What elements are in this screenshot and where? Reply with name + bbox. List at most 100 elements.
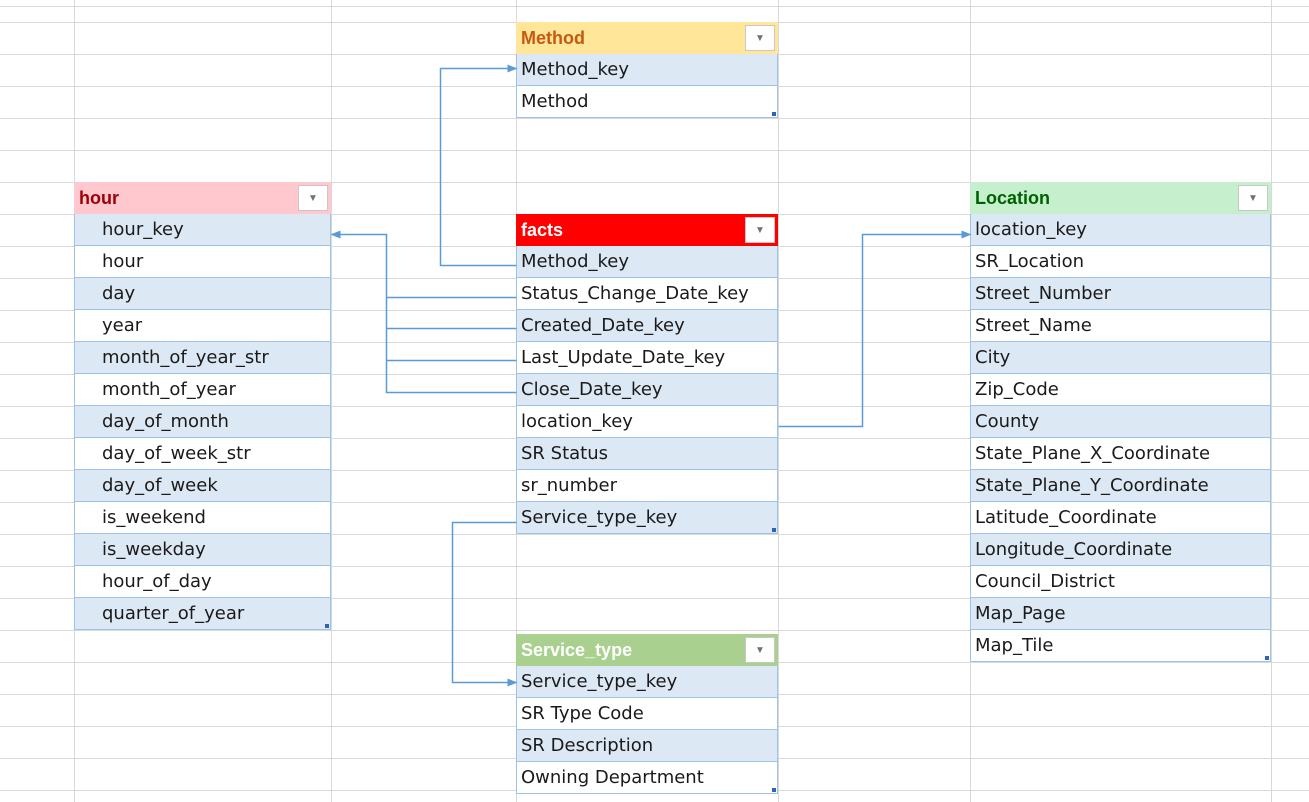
service-type-field-row[interactable]: Owning Department [516, 762, 778, 794]
location-field-row[interactable]: Street_Number [970, 278, 1271, 310]
location-field-name: State_Plane_Y_Coordinate [975, 475, 1209, 496]
facts-field-name: Method_key [521, 251, 630, 272]
resize-handle-icon[interactable] [1265, 656, 1269, 660]
location-field-name: Council_District [975, 571, 1115, 592]
hour-field-name: quarter_of_year [102, 603, 245, 624]
hour-field-name: month_of_year [102, 379, 236, 400]
facts-field-name: sr_number [521, 475, 618, 496]
location-field-row[interactable]: SR_Location [970, 246, 1271, 278]
method-field-row[interactable]: Method_key [516, 54, 778, 86]
hour-field-name: hour [102, 251, 144, 272]
location-field-row[interactable]: City [970, 342, 1271, 374]
location-field-name: Street_Name [975, 315, 1092, 336]
facts-field-row[interactable]: Service_type_key [516, 502, 778, 534]
service-type-field-name: SR Description [521, 735, 654, 756]
hour-field-name: day_of_week_str [102, 443, 251, 464]
method-table-title: Method [521, 27, 585, 48]
filter-dropdown-icon[interactable]: ▼ [1238, 185, 1268, 211]
location-field-row[interactable]: County [970, 406, 1271, 438]
resize-handle-icon[interactable] [325, 624, 329, 628]
hour-table-title: hour [79, 187, 119, 208]
resize-handle-icon[interactable] [772, 528, 776, 532]
location-field-row[interactable]: State_Plane_X_Coordinate [970, 438, 1271, 470]
hour-field-row[interactable]: hour_of_day [74, 566, 331, 598]
facts-field-name: location_key [521, 411, 633, 432]
service-type-table-title: Service_type [521, 639, 633, 660]
facts-field-row[interactable]: SR Status [516, 438, 778, 470]
location-field-name: Map_Tile [975, 635, 1054, 656]
method-table: Method ▼ Method_key Method [516, 22, 778, 118]
hour-field-name: is_weekend [102, 507, 206, 528]
facts-field-row[interactable]: Last_Update_Date_key [516, 342, 778, 374]
service-type-field-name: Owning Department [521, 767, 704, 788]
location-field-row[interactable]: Zip_Code [970, 374, 1271, 406]
location-field-row[interactable]: location_key [970, 214, 1271, 246]
method-field-name: Method [521, 91, 589, 112]
location-field-row[interactable]: Map_Page [970, 598, 1271, 630]
hour-table-header[interactable]: hour ▼ [74, 182, 331, 214]
hour-field-row[interactable]: hour [74, 246, 331, 278]
hour-field-row[interactable]: hour_key [74, 214, 331, 246]
hour-field-name: day_of_week [102, 475, 218, 496]
service-type-table-rows: Service_type_key SR Type Code SR Descripti… [516, 666, 778, 794]
hour-table: hour ▼ hour_key hour day year month_of_year_… [74, 182, 331, 630]
location-table-rows: location_key SR_Location Street_Number Stre… [970, 214, 1271, 662]
location-field-name: Latitude_Coordinate [975, 507, 1157, 528]
hour-field-row[interactable]: day_of_week_str [74, 438, 331, 470]
hour-field-row[interactable]: year [74, 310, 331, 342]
resize-handle-icon[interactable] [772, 112, 776, 116]
service-type-field-row[interactable]: SR Description [516, 730, 778, 762]
hour-field-row[interactable]: day_of_month [74, 406, 331, 438]
hour-field-row[interactable]: is_weekend [74, 502, 331, 534]
hour-field-name: hour_of_day [102, 571, 212, 592]
facts-field-row[interactable]: Method_key [516, 246, 778, 278]
facts-field-name: SR Status [521, 443, 609, 464]
service-type-field-name: Service_type_key [521, 671, 678, 692]
facts-field-row[interactable]: Created_Date_key [516, 310, 778, 342]
location-field-row[interactable]: Longitude_Coordinate [970, 534, 1271, 566]
facts-field-row[interactable]: location_key [516, 406, 778, 438]
location-field-row[interactable]: State_Plane_Y_Coordinate [970, 470, 1271, 502]
hour-table-rows: hour_keyhour day year month_of_year_strmont… [74, 214, 331, 630]
hour-field-name: day_of_month [102, 411, 229, 432]
hour-field-row[interactable]: quarter_of_year [74, 598, 331, 630]
location-field-name: SR_Location [975, 251, 1085, 272]
facts-field-row[interactable]: sr_number [516, 470, 778, 502]
method-field-row[interactable]: Method [516, 86, 778, 118]
service-type-table-header[interactable]: Service_type ▼ [516, 634, 778, 666]
location-field-name: Map_Page [975, 603, 1066, 624]
hour-field-row[interactable]: day [74, 278, 331, 310]
location-field-name: location_key [975, 219, 1087, 240]
filter-dropdown-icon[interactable]: ▼ [298, 185, 328, 211]
service-type-field-row[interactable]: Service_type_key [516, 666, 778, 698]
filter-dropdown-icon[interactable]: ▼ [745, 217, 775, 243]
hour-field-name: year [102, 315, 143, 336]
method-table-header[interactable]: Method ▼ [516, 22, 778, 54]
hour-field-row[interactable]: month_of_year [74, 374, 331, 406]
location-table-header[interactable]: Location ▼ [970, 182, 1271, 214]
location-field-name: Street_Number [975, 283, 1112, 304]
facts-table-header[interactable]: facts ▼ [516, 214, 778, 246]
location-field-row[interactable]: Map_Tile [970, 630, 1271, 662]
location-field-name: Longitude_Coordinate [975, 539, 1173, 560]
service-type-field-row[interactable]: SR Type Code [516, 698, 778, 730]
hour-field-name: hour_key [102, 219, 184, 240]
resize-handle-icon[interactable] [772, 788, 776, 792]
filter-dropdown-icon[interactable]: ▼ [745, 637, 775, 663]
location-field-row[interactable]: Council_District [970, 566, 1271, 598]
method-table-rows: Method_key Method [516, 54, 778, 118]
hour-field-row[interactable]: day_of_week [74, 470, 331, 502]
facts-table-title: facts [521, 219, 564, 240]
filter-dropdown-icon[interactable]: ▼ [745, 25, 775, 51]
hour-field-row[interactable]: is_weekday [74, 534, 331, 566]
location-field-row[interactable]: Latitude_Coordinate [970, 502, 1271, 534]
facts-field-row[interactable]: Status_Change_Date_key [516, 278, 778, 310]
location-table-title: Location [975, 187, 1050, 208]
facts-field-name: Service_type_key [521, 507, 678, 528]
location-field-name: County [975, 411, 1040, 432]
hour-field-row[interactable]: month_of_year_str [74, 342, 331, 374]
facts-field-row[interactable]: Close_Date_key [516, 374, 778, 406]
hour-field-name: day [102, 283, 136, 304]
location-field-name: State_Plane_X_Coordinate [975, 443, 1211, 464]
location-field-row[interactable]: Street_Name [970, 310, 1271, 342]
